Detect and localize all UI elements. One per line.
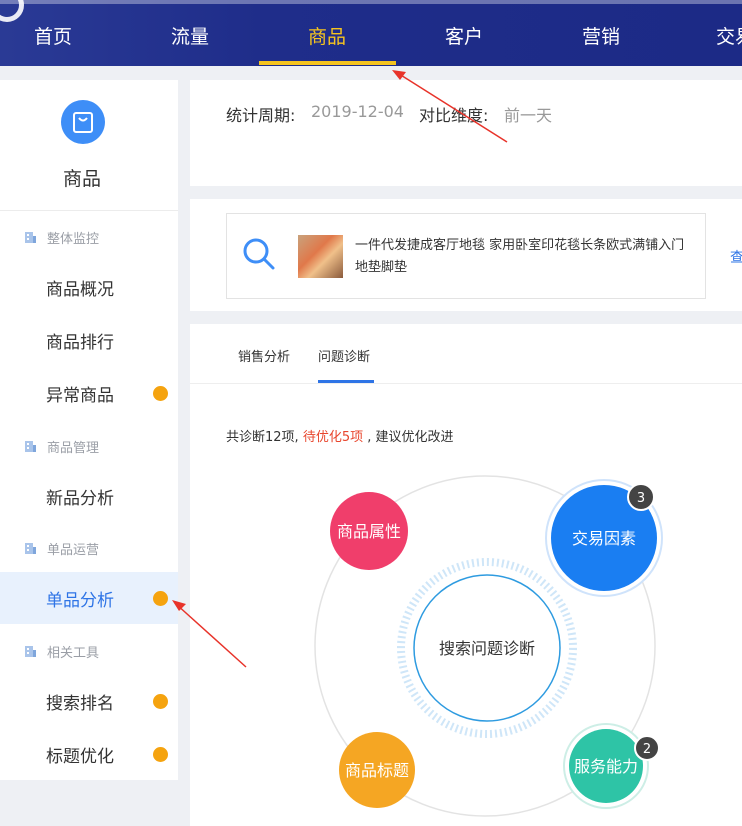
sidebar-item-abnormal[interactable]: 异常商品 (0, 367, 178, 419)
sidebar-group-label: 相关工具 (47, 646, 100, 661)
product-card: 一件代发捷成客厅地毯 家用卧室印花毯长条欧式满铺入门地垫脚垫 查 (190, 199, 742, 311)
diagnosis-diagram: 搜索问题诊断 商品属性 交易因素 3 商品标题 服务能力 2 (314, 475, 663, 817)
sidebar-group-single-ops: 单品运营 (24, 539, 99, 558)
compare-value[interactable]: 前一天 (504, 102, 552, 126)
view-link[interactable]: 查 (730, 247, 742, 267)
sidebar-group-monitoring: 整体监控 (24, 228, 99, 247)
sidebar: 商品 整体监控 商品概况 商品排行 异常商品 商品管理 新品分析 单品运营 单品… (0, 80, 178, 780)
sidebar-item-new-products[interactable]: 新品分析 (0, 470, 178, 522)
node-title-label: 商品标题 (345, 761, 409, 780)
compare-label: 对比维度: (419, 106, 489, 125)
sidebar-group-label: 整体监控 (47, 232, 100, 247)
nav-top-strip (0, 0, 742, 4)
product-search-box[interactable]: 一件代发捷成客厅地毯 家用卧室印花毯长条欧式满铺入门地垫脚垫 (226, 213, 706, 299)
sidebar-item-ranking[interactable]: 商品排行 (0, 314, 178, 366)
new-dot-badge (153, 747, 168, 762)
nav-item-transactions[interactable]: 交易 (716, 22, 742, 49)
sidebar-title: 商品 (62, 168, 101, 190)
period-label: 统计周期: (226, 106, 296, 125)
sidebar-group-management: 商品管理 (24, 437, 99, 456)
center-label: 搜索问题诊断 (439, 639, 535, 658)
new-dot-badge (153, 591, 168, 606)
new-dot-badge (153, 386, 168, 401)
building-icon (25, 232, 36, 243)
shopping-bag-icon (61, 100, 105, 144)
node-trade-label: 交易因素 (572, 529, 636, 548)
node-trade-badge-count: 3 (637, 491, 645, 506)
arrowhead-icon (392, 70, 406, 80)
sidebar-header: 商品 (0, 80, 178, 211)
nav-item-customers[interactable]: 客户 (445, 22, 483, 49)
sidebar-item-title-optimize[interactable]: 标题优化 (0, 728, 178, 780)
product-title: 一件代发捷成客厅地毯 家用卧室印花毯长条欧式满铺入门地垫脚垫 (355, 238, 685, 275)
nav-item-marketing[interactable]: 营销 (582, 22, 620, 49)
period-card: 统计周期: 2019-12-04 对比维度: 前一天 (190, 80, 742, 186)
building-icon (25, 543, 36, 554)
search-icon[interactable] (241, 236, 277, 272)
sidebar-item-single-analysis[interactable]: 单品分析 (0, 572, 178, 624)
node-attributes-label: 商品属性 (337, 522, 401, 541)
sidebar-item-search-rank[interactable]: 搜索排名 (0, 675, 178, 727)
sidebar-group-tools: 相关工具 (24, 642, 99, 661)
sidebar-group-label: 商品管理 (47, 441, 100, 456)
top-navigation: 首页 流量 商品 客户 营销 交易 (0, 0, 742, 66)
nav-item-traffic[interactable]: 流量 (171, 22, 209, 49)
diagnosis-card: 销售分析 问题诊断 共诊断12项, 待优化5项 , 建议优化改进 搜索问题诊断 … (190, 324, 742, 826)
node-service-label: 服务能力 (574, 757, 638, 776)
period-value[interactable]: 2019-12-04 (311, 102, 404, 121)
building-icon (25, 646, 36, 657)
nav-item-home[interactable]: 首页 (34, 22, 72, 49)
sidebar-item-overview[interactable]: 商品概况 (0, 261, 178, 313)
product-thumbnail (298, 235, 343, 278)
brand-logo-icon (0, 0, 24, 22)
nav-active-underline (259, 61, 396, 65)
sidebar-group-label: 单品运营 (47, 543, 100, 558)
new-dot-badge (153, 694, 168, 709)
nav-item-products[interactable]: 商品 (308, 22, 346, 49)
node-service-badge-count: 2 (643, 742, 651, 757)
building-icon (25, 441, 36, 452)
